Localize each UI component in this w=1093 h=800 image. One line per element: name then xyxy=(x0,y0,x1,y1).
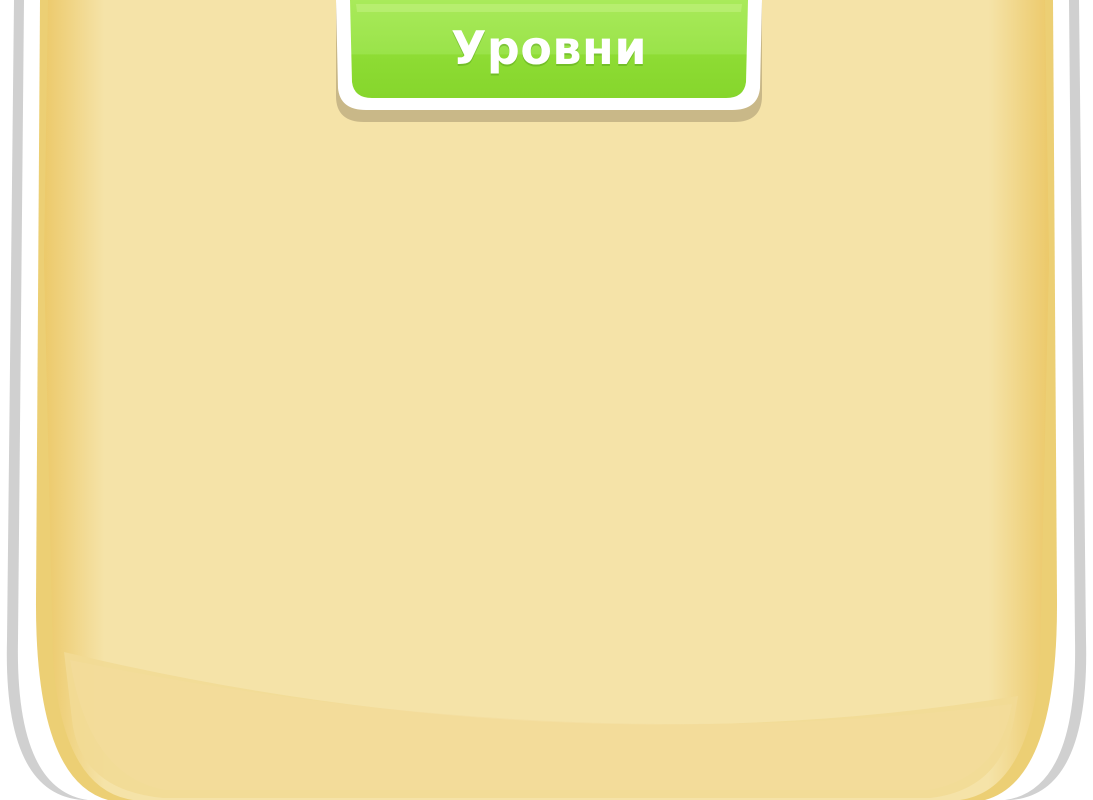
panel-title: Уровни xyxy=(450,21,648,75)
level-select-screen: Уровни xyxy=(0,0,1093,800)
levels-content-area xyxy=(70,140,1023,700)
title-tab: Уровни xyxy=(336,0,762,122)
